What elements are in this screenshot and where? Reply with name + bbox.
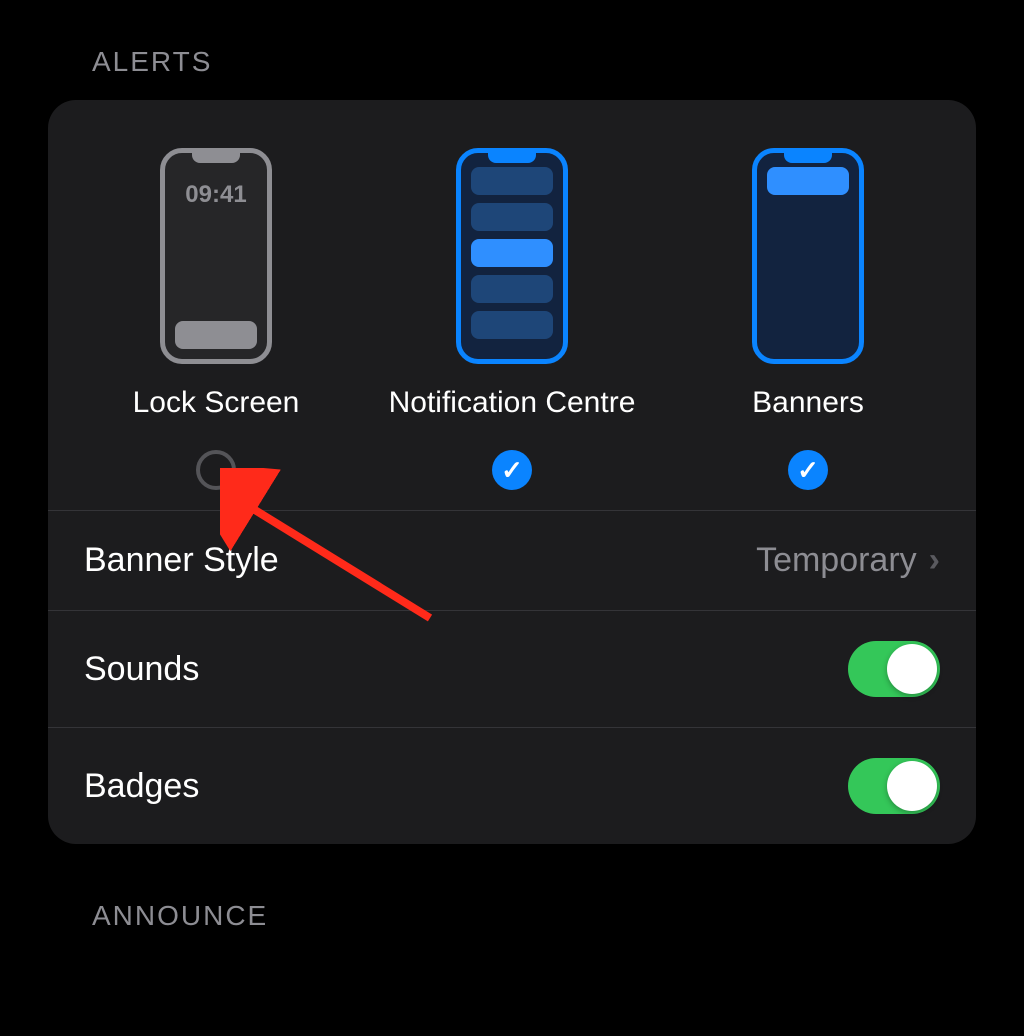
- sounds-label: Sounds: [84, 650, 199, 689]
- phone-notch-icon: [192, 153, 240, 163]
- lock-screen-checkbox[interactable]: [196, 450, 236, 490]
- alert-types-row: 09:41 Lock Screen: [48, 100, 976, 511]
- phone-notch-icon: [488, 153, 536, 163]
- lock-screen-phone-icon: 09:41: [160, 148, 272, 364]
- alert-label-banners: Banners: [752, 386, 864, 420]
- alert-option-banners[interactable]: Banners ✓: [660, 148, 956, 490]
- alert-option-lock-screen[interactable]: 09:41 Lock Screen: [68, 148, 364, 490]
- alert-label-lock-screen: Lock Screen: [133, 386, 300, 420]
- lock-screen-bottom-bar-icon: [175, 321, 257, 349]
- alerts-section-header: ALERTS: [92, 46, 976, 78]
- toggle-knob-icon: [887, 761, 937, 811]
- alert-label-notification-centre: Notification Centre: [389, 386, 636, 420]
- toggle-knob-icon: [887, 644, 937, 694]
- badges-toggle[interactable]: [848, 758, 940, 814]
- sounds-toggle[interactable]: [848, 641, 940, 697]
- banner-style-label: Banner Style: [84, 541, 279, 580]
- badges-row: Badges: [48, 728, 976, 844]
- phone-notch-icon: [784, 153, 832, 163]
- chevron-right-icon: ›: [929, 541, 940, 580]
- banners-checkbox[interactable]: ✓: [788, 450, 828, 490]
- banner-bar-icon: [767, 167, 849, 195]
- banner-style-value: Temporary ›: [756, 541, 940, 580]
- notification-centre-checkbox[interactable]: ✓: [492, 450, 532, 490]
- sounds-row: Sounds: [48, 611, 976, 728]
- banners-phone-icon: [752, 148, 864, 364]
- alert-option-notification-centre[interactable]: Notification Centre ✓: [364, 148, 660, 490]
- lock-screen-time: 09:41: [165, 181, 267, 209]
- notification-centre-phone-icon: [456, 148, 568, 364]
- alerts-card: 09:41 Lock Screen: [48, 100, 976, 844]
- notification-stack-icon: [471, 167, 553, 349]
- announce-section-header: ANNOUNCE: [92, 900, 976, 932]
- badges-label: Badges: [84, 767, 199, 806]
- banner-style-row[interactable]: Banner Style Temporary ›: [48, 511, 976, 611]
